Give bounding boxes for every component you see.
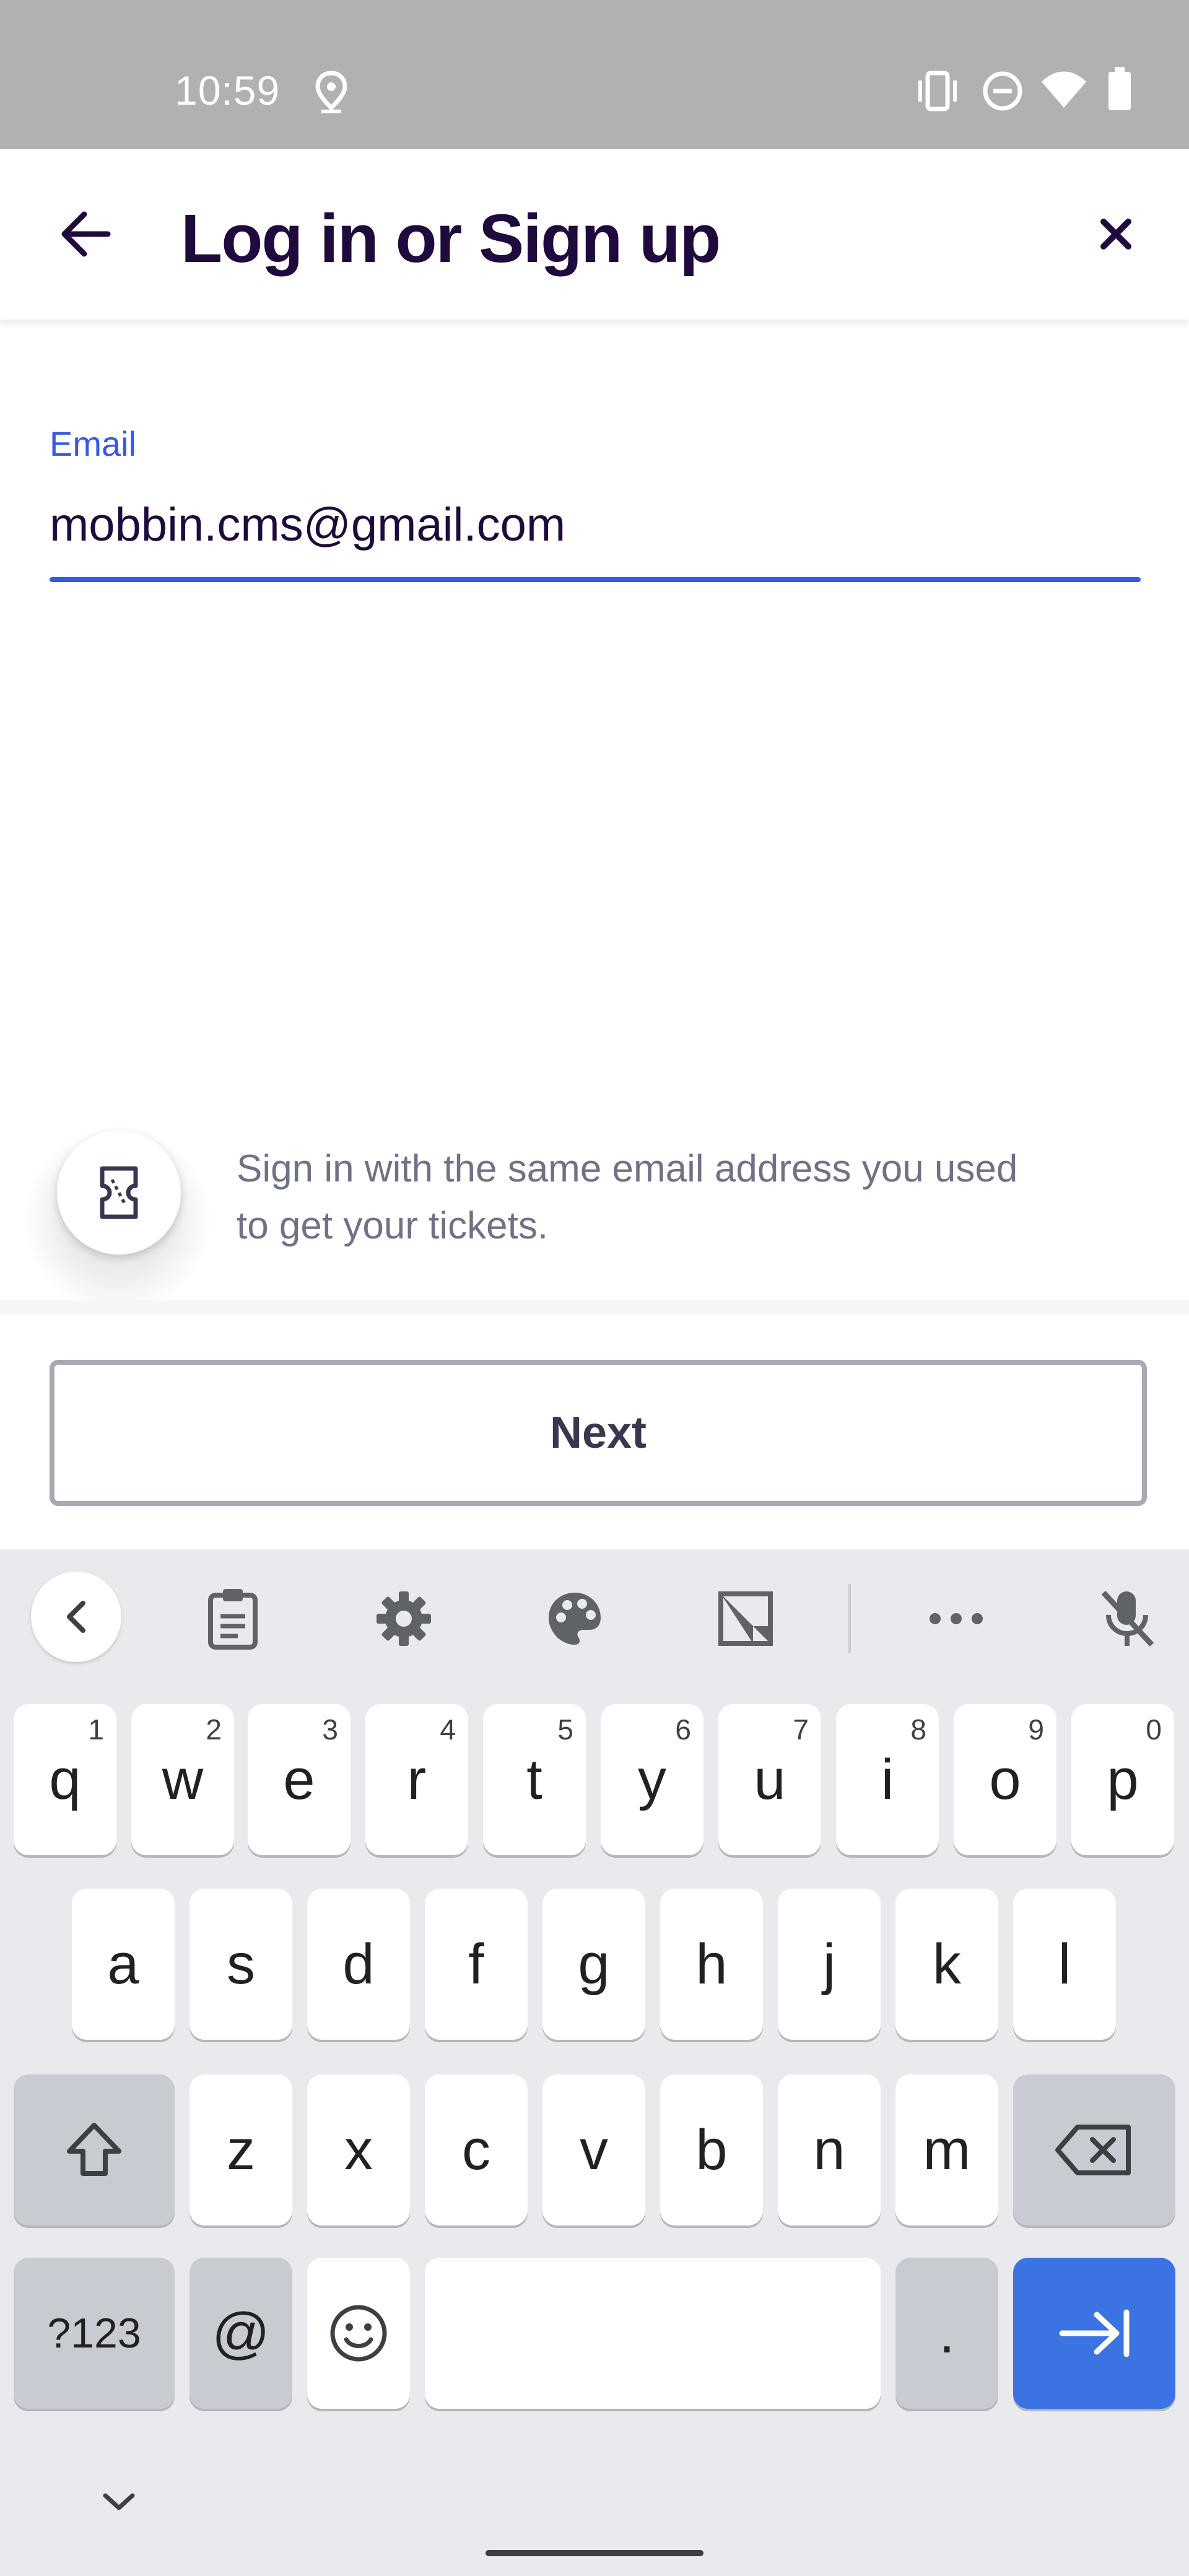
key-n[interactable]: n (778, 2074, 881, 2226)
toolbar-separator (848, 1584, 851, 1653)
email-field-underline (50, 577, 1141, 582)
key-w[interactable]: 2w (131, 1704, 234, 1855)
next-field-key[interactable] (1013, 2258, 1175, 2409)
key-v[interactable]: v (542, 2074, 645, 2226)
more-button[interactable] (919, 1582, 993, 1656)
divider (0, 1300, 1189, 1314)
tab-arrow-icon (1059, 2309, 1130, 2357)
backspace-icon (1055, 2125, 1131, 2175)
translate-button[interactable] (708, 1582, 783, 1656)
email-field-label: Email (50, 424, 137, 463)
translate-icon (718, 1591, 773, 1646)
email-field[interactable]: mobbin.cms@gmail.com (50, 498, 565, 552)
close-icon[interactable] (1099, 217, 1133, 251)
settings-icon (377, 1591, 431, 1646)
hint-text: Sign in with the same email address you … (237, 1147, 1018, 1247)
ticket-icon (100, 1166, 138, 1219)
key-g[interactable]: g (542, 1889, 645, 2040)
key-s[interactable]: s (189, 1889, 292, 2040)
key-b[interactable]: b (660, 2074, 763, 2226)
ticket-badge (57, 1131, 181, 1255)
more-icon (930, 1613, 983, 1624)
shift-icon (67, 2123, 121, 2176)
period-key[interactable]: . (895, 2258, 998, 2409)
key-p[interactable]: 0p (1071, 1704, 1174, 1855)
key-x[interactable]: x (307, 2074, 410, 2226)
vibrate-icon (918, 71, 957, 111)
palette-icon (549, 1593, 601, 1645)
key-c[interactable]: c (425, 2074, 528, 2226)
keyboard (0, 1549, 1189, 2576)
emoji-key[interactable] (307, 2258, 410, 2409)
settings-button[interactable] (367, 1582, 441, 1656)
next-button[interactable]: Next (50, 1360, 1147, 1506)
key-l[interactable]: l (1013, 1889, 1116, 2040)
backspace-key[interactable] (1013, 2074, 1175, 2226)
at-key[interactable]: @ (189, 2258, 292, 2409)
theme-button[interactable] (538, 1582, 612, 1656)
key-o[interactable]: 9o (954, 1704, 1056, 1855)
keyboard-toolbar-back-button[interactable] (31, 1572, 121, 1662)
mic-off-icon (1101, 1590, 1154, 1647)
clipboard-icon (208, 1589, 258, 1650)
next-button-label: Next (549, 1408, 647, 1458)
clipboard-button[interactable] (196, 1582, 270, 1656)
key-r[interactable]: 4r (365, 1704, 468, 1855)
key-k[interactable]: k (895, 1889, 998, 2040)
location-icon (315, 71, 347, 113)
symbols-key[interactable]: ?123 (14, 2258, 175, 2409)
page-title: Log in or Sign up (181, 201, 721, 277)
key-i[interactable]: 8i (836, 1704, 939, 1855)
key-f[interactable]: f (425, 1889, 528, 2040)
wifi-icon (1042, 71, 1086, 108)
key-u[interactable]: 7u (718, 1704, 821, 1855)
key-q[interactable]: 1q (14, 1704, 116, 1855)
home-indicator[interactable] (486, 2550, 703, 2556)
arrow-left-icon[interactable] (58, 209, 113, 259)
key-t[interactable]: 5t (483, 1704, 586, 1855)
key-j[interactable]: j (778, 1889, 881, 2040)
key-h[interactable]: h (660, 1889, 763, 2040)
key-e[interactable]: 3e (248, 1704, 351, 1855)
battery-icon (1108, 67, 1131, 110)
key-d[interactable]: d (307, 1889, 410, 2040)
status-time: 10:59 (175, 67, 281, 113)
voice-input-button[interactable] (1090, 1582, 1164, 1656)
key-y[interactable]: 6y (601, 1704, 703, 1855)
do-not-disturb-icon (983, 71, 1022, 111)
chevron-down-icon[interactable] (99, 2489, 139, 2514)
key-a[interactable]: a (72, 1889, 175, 2040)
key-z[interactable]: z (189, 2074, 292, 2226)
emoji-icon (330, 2305, 387, 2362)
space-key[interactable] (425, 2258, 881, 2409)
key-m[interactable]: m (895, 2074, 998, 2226)
chevron-left-icon (67, 1601, 85, 1633)
shift-key[interactable] (14, 2074, 175, 2226)
